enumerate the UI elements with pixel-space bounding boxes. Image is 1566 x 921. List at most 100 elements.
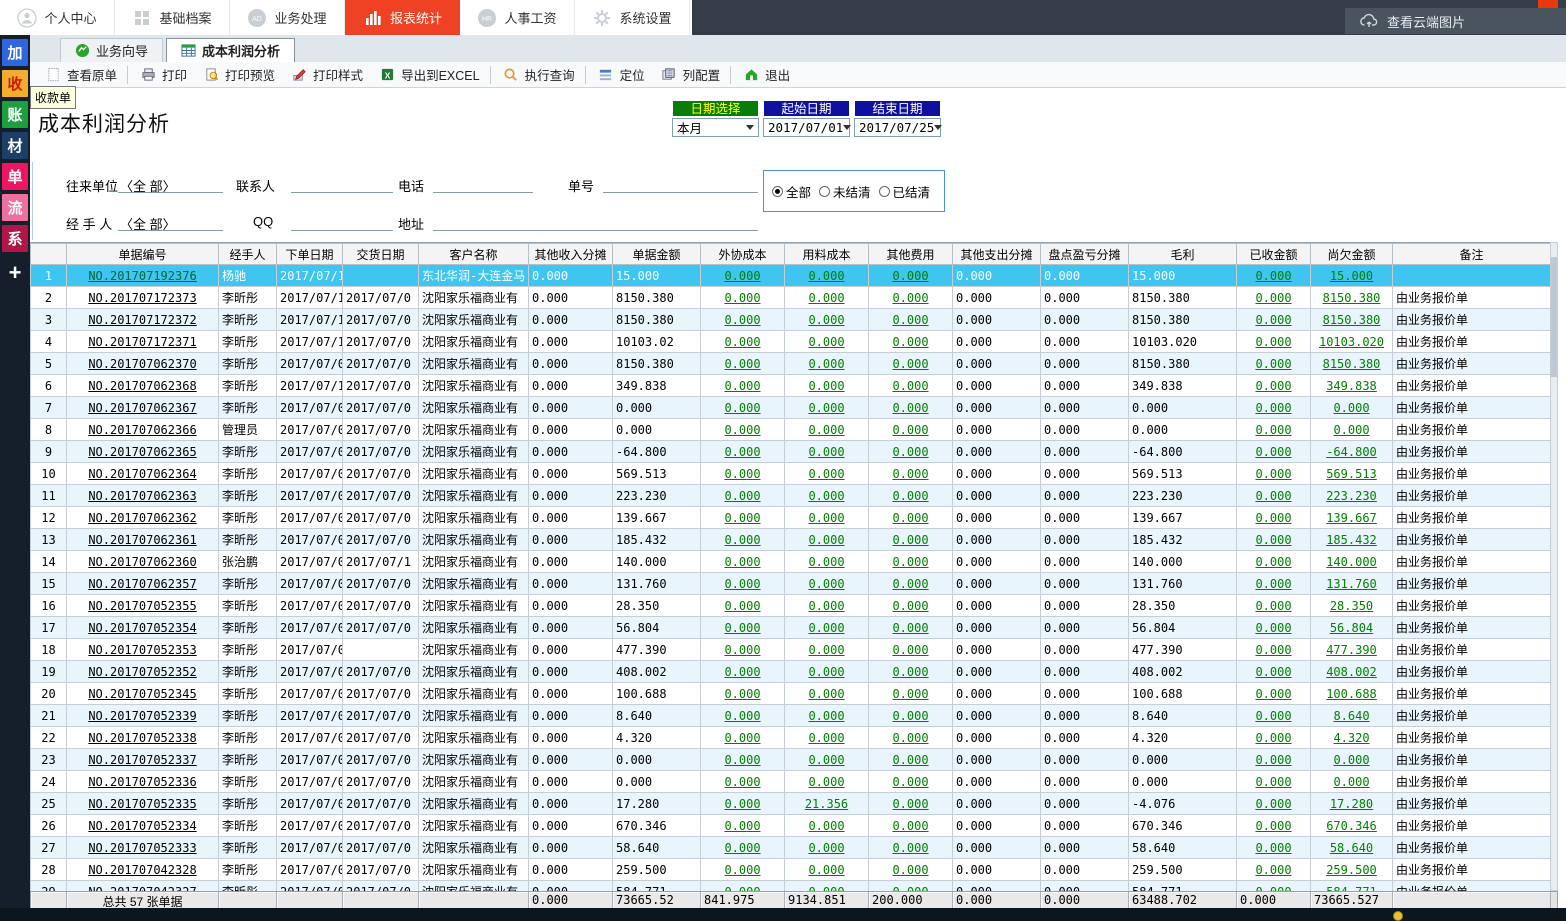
toolbar-button-列配置[interactable]: 列配置 — [652, 63, 728, 87]
cell-link[interactable]: 0.000 — [892, 797, 928, 811]
toolbar-button-打印[interactable]: 打印 — [131, 63, 194, 87]
cell-link[interactable]: 8150.380 — [1323, 291, 1381, 305]
cell-link[interactable]: NO.201707062367 — [88, 401, 196, 415]
cell-link[interactable]: 0.000 — [1333, 401, 1369, 415]
cell-link[interactable]: 0.000 — [1255, 555, 1291, 569]
cell-link[interactable]: 0.000 — [1255, 731, 1291, 745]
cell-link[interactable]: NO.201707062362 — [88, 511, 196, 525]
cell-link[interactable]: 0.000 — [892, 555, 928, 569]
cell-link[interactable]: 670.346 — [1326, 819, 1377, 833]
sidebar-item-账[interactable]: 账 — [2, 101, 28, 128]
filter-input-往来单位[interactable]: 〈全 部〉 — [118, 176, 223, 193]
tab-业务向导[interactable]: 业务向导 — [60, 38, 163, 62]
cell-link[interactable]: 0.000 — [1255, 357, 1291, 371]
cell-link[interactable]: 0.000 — [724, 797, 760, 811]
cell-link[interactable]: NO.201707052333 — [88, 841, 196, 855]
filter-input-单号[interactable] — [603, 176, 758, 193]
cell-link[interactable]: 0.000 — [1255, 775, 1291, 789]
filter-input-电话[interactable] — [433, 176, 533, 193]
filter-input-QQ[interactable] — [291, 214, 393, 231]
date-select-日期选择[interactable]: 本月 — [672, 118, 759, 137]
cell-link[interactable]: 0.000 — [1255, 621, 1291, 635]
cell-link[interactable]: 0.000 — [1255, 313, 1291, 327]
cell-link[interactable]: NO.201707062365 — [88, 445, 196, 459]
cell-link[interactable]: NO.201707062357 — [88, 577, 196, 591]
filter-input-地址[interactable] — [433, 214, 758, 231]
toolbar-button-退出[interactable]: 退出 — [734, 63, 797, 87]
cell-link[interactable]: 0.000 — [808, 621, 844, 635]
cell-link[interactable]: 58.640 — [1330, 841, 1373, 855]
cell-link[interactable]: 0.000 — [892, 863, 928, 877]
cell-link[interactable]: 0.000 — [1255, 445, 1291, 459]
cell-link[interactable]: 0.000 — [892, 775, 928, 789]
cell-link[interactable]: 0.000 — [724, 401, 760, 415]
cell-link[interactable]: 0.000 — [892, 753, 928, 767]
cell-link[interactable]: NO.201707172373 — [88, 291, 196, 305]
cell-link[interactable]: 0.000 — [892, 335, 928, 349]
cell-link[interactable]: -64.800 — [1326, 445, 1377, 459]
cell-link[interactable]: 0.000 — [892, 467, 928, 481]
date-select-结束日期[interactable]: 2017/07/25 — [854, 118, 941, 137]
menu-item-系统设置[interactable]: 系统设置 — [575, 0, 690, 35]
cell-link[interactable]: 0.000 — [1333, 753, 1369, 767]
menu-item-基础档案[interactable]: 基础档案 — [115, 0, 230, 35]
sidebar-item-收[interactable]: 收 — [2, 70, 28, 97]
cell-link[interactable]: NO.201707192376 — [88, 269, 196, 283]
cell-link[interactable]: 8150.380 — [1323, 357, 1381, 371]
cell-link[interactable]: 349.838 — [1326, 379, 1377, 393]
cell-link[interactable]: 0.000 — [1255, 401, 1291, 415]
cell-link[interactable]: 0.000 — [808, 357, 844, 371]
sidebar-item-系[interactable]: 系 — [2, 225, 28, 252]
cell-link[interactable]: NO.201707172372 — [88, 313, 196, 327]
cell-link[interactable]: 0.000 — [1255, 687, 1291, 701]
cell-link[interactable]: 0.000 — [724, 379, 760, 393]
column-header-外协成本[interactable]: 外协成本 — [701, 244, 785, 265]
cell-link[interactable]: 0.000 — [724, 577, 760, 591]
cell-link[interactable]: NO.201707062360 — [88, 555, 196, 569]
cell-link[interactable]: 131.760 — [1326, 577, 1377, 591]
cell-link[interactable]: NO.201707052335 — [88, 797, 196, 811]
cell-link[interactable]: 140.000 — [1326, 555, 1377, 569]
cell-link[interactable]: 0.000 — [892, 423, 928, 437]
cell-link[interactable]: NO.201707052338 — [88, 731, 196, 745]
cell-link[interactable]: 4.320 — [1333, 731, 1369, 745]
cell-link[interactable]: 0.000 — [724, 819, 760, 833]
cell-link[interactable]: 0.000 — [724, 533, 760, 547]
menu-item-个人中心[interactable]: 个人中心 — [0, 0, 115, 35]
cell-link[interactable]: 0.000 — [808, 863, 844, 877]
cell-link[interactable]: NO.201707052355 — [88, 599, 196, 613]
cell-link[interactable]: NO.201707062361 — [88, 533, 196, 547]
cell-link[interactable]: 10103.020 — [1319, 335, 1384, 349]
cell-link[interactable]: 0.000 — [724, 313, 760, 327]
cell-link[interactable]: 408.002 — [1326, 665, 1377, 679]
cell-link[interactable]: 0.000 — [1255, 269, 1291, 283]
cell-link[interactable]: 0.000 — [808, 401, 844, 415]
cell-link[interactable]: 0.000 — [808, 643, 844, 657]
cell-link[interactable]: 0.000 — [808, 665, 844, 679]
cell-link[interactable]: 15.000 — [1330, 269, 1373, 283]
cell-link[interactable]: 0.000 — [1255, 753, 1291, 767]
cell-link[interactable]: 223.230 — [1326, 489, 1377, 503]
cell-link[interactable]: 0.000 — [808, 335, 844, 349]
cell-link[interactable]: 0.000 — [892, 709, 928, 723]
cell-link[interactable]: 139.667 — [1326, 511, 1377, 525]
cell-link[interactable]: 0.000 — [1255, 577, 1291, 591]
cell-link[interactable]: 0.000 — [892, 357, 928, 371]
cell-link[interactable]: 0.000 — [808, 445, 844, 459]
cell-link[interactable]: NO.201707052337 — [88, 753, 196, 767]
toolbar-button-执行查询[interactable]: 执行查询 — [494, 63, 582, 87]
cell-link[interactable]: 0.000 — [1255, 797, 1291, 811]
cell-link[interactable]: 0.000 — [892, 819, 928, 833]
cell-link[interactable]: 0.000 — [1255, 489, 1291, 503]
cell-link[interactable]: 0.000 — [892, 621, 928, 635]
cell-link[interactable]: 0.000 — [808, 269, 844, 283]
column-header-交货日期[interactable]: 交货日期 — [343, 244, 419, 265]
cell-link[interactable]: 0.000 — [724, 841, 760, 855]
cell-link[interactable]: 0.000 — [892, 401, 928, 415]
view-cloud-images-button[interactable]: 查看云端图片 — [1345, 8, 1566, 34]
menu-item-报表统计[interactable]: 报表统计 — [345, 0, 460, 35]
cell-link[interactable]: 0.000 — [724, 863, 760, 877]
cell-link[interactable]: 0.000 — [808, 291, 844, 305]
cell-link[interactable]: 0.000 — [892, 291, 928, 305]
cell-link[interactable]: 0.000 — [1255, 709, 1291, 723]
